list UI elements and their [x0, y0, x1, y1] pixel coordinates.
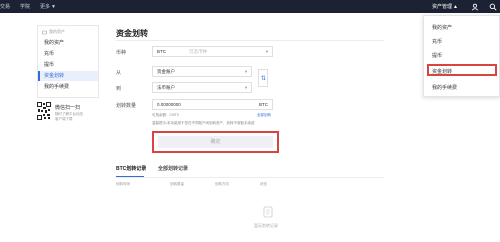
sidebar-item-my-fees[interactable]: 我的手续费: [38, 82, 98, 92]
qr-promo: 微信扫一扫 随时了解平台动态 客户端下载: [37, 102, 101, 124]
title-divider: [116, 40, 384, 41]
column-header-status: 状态: [260, 182, 267, 186]
dropdown-item-withdraw[interactable]: 提币: [432, 52, 442, 59]
column-header-time: 划转时间: [116, 182, 130, 186]
column-header-direction: 划转方向: [215, 182, 229, 186]
confirm-button[interactable]: 确定: [158, 136, 273, 148]
qr-title: 微信扫一扫: [55, 105, 81, 111]
chevron-down-icon: ▼: [51, 4, 56, 10]
empty-document-icon: [263, 206, 273, 218]
records-divider: [116, 177, 384, 178]
asset-management-dropdown: 我的资产 充币 提币 资金划转 我的手续费: [423, 15, 500, 97]
amount-unit: BTC: [259, 102, 268, 107]
search-icon[interactable]: [489, 3, 497, 11]
tab-btc-records[interactable]: BTC划转记录: [116, 165, 146, 172]
qr-subtitle-2: 客户端下载: [55, 117, 73, 121]
confirm-highlight: 确定: [152, 131, 279, 153]
chevron-down-icon: ▼: [244, 69, 248, 74]
to-account-value: 法币账户: [157, 85, 175, 90]
nav-more[interactable]: 更多▼: [40, 3, 66, 10]
sidebar-item-my-assets[interactable]: 我的资产: [38, 38, 98, 48]
asset-menu-label: 资产管理: [432, 4, 453, 10]
currency-value: BTC: [157, 49, 166, 54]
transfer-all-link[interactable]: 全部划转: [257, 113, 271, 118]
nav-more-label: 更多: [40, 4, 51, 10]
transfer-highlight: [427, 64, 497, 76]
tab-all-records[interactable]: 全部划转记录: [158, 165, 188, 172]
amount-input[interactable]: 0.00000000 BTC: [152, 99, 273, 110]
dropdown-item-my-assets[interactable]: 我的资产: [432, 24, 452, 31]
from-label: 从: [116, 70, 122, 76]
dropdown-item-my-fees[interactable]: 我的手续费: [432, 84, 457, 91]
sidebar: 我的资产 我的资产 充币 提币 资金划转 我的手续费: [37, 25, 99, 98]
page-title: 资金划转: [116, 29, 148, 38]
warning-detail: 本功能用于您在不同账户间划转资产，划转不收取手续费: [167, 121, 255, 125]
chevron-up-icon: ▲: [453, 3, 458, 10]
sidebar-item-transfer[interactable]: 资金划转: [38, 71, 98, 81]
amount-value: 0.00000000: [157, 102, 181, 107]
amount-label: 划转数量: [116, 103, 137, 109]
to-account-select[interactable]: 法币账户 ▼: [152, 82, 252, 93]
dropdown-item-deposit[interactable]: 充币: [432, 38, 442, 45]
chevron-down-icon: ▼: [244, 85, 248, 90]
available-balance: 可用余额：0 BTC: [152, 113, 180, 117]
column-header-amount: 划转数量: [170, 182, 184, 186]
chevron-down-icon: ▼: [265, 49, 269, 54]
empty-records-text: 暂无划转记录: [254, 223, 278, 228]
currency-label: 币种: [116, 50, 127, 56]
sidebar-title: 我的资产: [42, 29, 65, 35]
swap-icon: ⇅: [261, 76, 267, 82]
sidebar-item-deposit[interactable]: 充币: [38, 49, 98, 59]
top-nav: 交易 学院 更多▼: [0, 0, 76, 13]
currency-select[interactable]: BTC 可选币种 ▼: [152, 46, 273, 57]
to-label: 到: [116, 86, 122, 92]
from-account-select[interactable]: 资金账户 ▼: [152, 66, 252, 77]
asset-management-menu[interactable]: 资产管理 ▲: [432, 0, 458, 13]
nav-trade[interactable]: 交易: [0, 3, 10, 10]
records-tabs: BTC划转记录 全部划转记录: [116, 165, 384, 177]
sidebar-title-label: 我的资产: [49, 29, 65, 34]
wallet-icon: [42, 30, 47, 34]
nav-academy[interactable]: 学院: [20, 3, 30, 10]
user-icon[interactable]: [471, 3, 479, 11]
currency-placeholder: 可选币种: [189, 49, 207, 54]
from-account-value: 资金账户: [157, 69, 175, 74]
swap-accounts-button[interactable]: ⇅: [258, 69, 268, 87]
sidebar-item-withdraw[interactable]: 提币: [38, 60, 98, 70]
qr-code: [37, 102, 51, 120]
